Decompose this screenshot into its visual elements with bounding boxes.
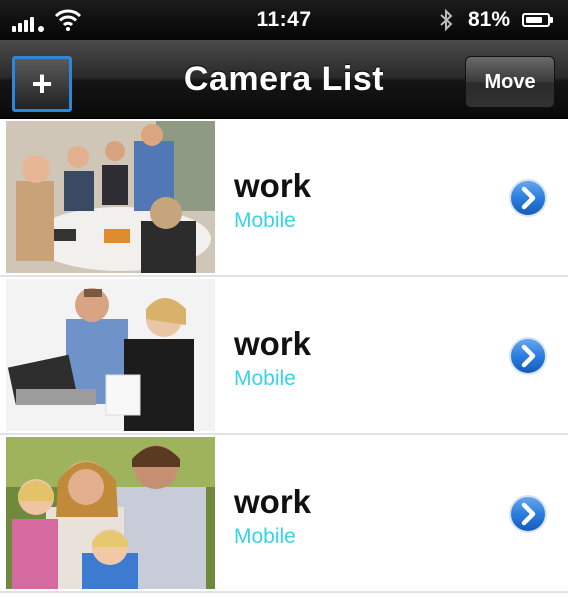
bluetooth-icon xyxy=(440,8,453,32)
camera-type: Mobile xyxy=(234,209,296,232)
status-bar: 11:47 81% xyxy=(0,0,568,40)
camera-list-screen: 11:47 81% + Camera List Move work Mobile… xyxy=(0,0,568,598)
business-discussion-photo xyxy=(6,279,215,431)
camera-name: work xyxy=(234,325,312,362)
office-meeting-photo xyxy=(6,121,215,273)
battery-icon xyxy=(522,13,550,27)
camera-row[interactable]: work Mobile xyxy=(0,277,568,435)
detail-disclosure-icon[interactable] xyxy=(508,494,548,534)
camera-row[interactable]: work Mobile xyxy=(0,435,568,593)
camera-name: work xyxy=(234,167,312,204)
navigation-bar: + Camera List Move xyxy=(0,40,568,119)
camera-list: work Mobile work Mobile work Mobile xyxy=(0,119,568,593)
battery-percent: 81% xyxy=(468,8,511,31)
battery-tip xyxy=(550,17,553,23)
camera-name: work xyxy=(234,483,312,520)
detail-disclosure-icon[interactable] xyxy=(508,336,548,376)
camera-row[interactable]: work Mobile xyxy=(0,119,568,277)
family-portrait-photo xyxy=(6,437,215,589)
camera-thumbnail xyxy=(6,279,215,431)
camera-type: Mobile xyxy=(234,367,296,390)
move-button[interactable]: Move xyxy=(465,56,555,108)
camera-thumbnail xyxy=(6,437,215,589)
camera-type: Mobile xyxy=(234,525,296,548)
camera-thumbnail xyxy=(6,121,215,273)
detail-disclosure-icon[interactable] xyxy=(508,178,548,218)
